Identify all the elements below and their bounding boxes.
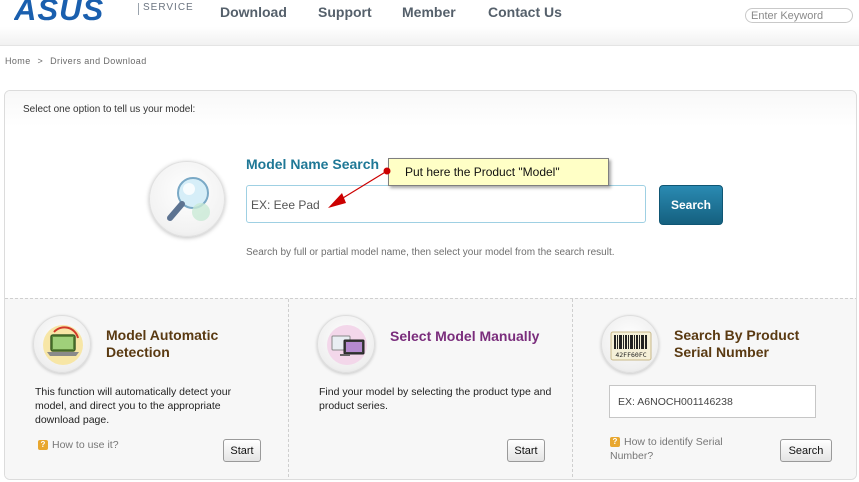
logo-separator (138, 3, 139, 15)
nav-support[interactable]: Support (318, 4, 372, 20)
breadcrumb-home[interactable]: Home (5, 56, 31, 66)
help-question-icon: ? (610, 437, 620, 447)
how-to-use-link[interactable]: ? How to use it? (38, 438, 119, 452)
panel-intro-text: Select one option to tell us your model: (23, 104, 196, 115)
nav-member[interactable]: Member (402, 4, 456, 20)
panel-header: Select one option to tell us your model: (5, 91, 856, 127)
devices-icon (327, 325, 367, 365)
model-search-button[interactable]: Search (659, 185, 723, 225)
auto-detection-title-line2: Detection (106, 344, 170, 360)
select-manually-description: Find your model by selecting the product… (319, 386, 552, 412)
serial-barcode-badge: 42FF60FC (601, 315, 659, 373)
barcode-icon: 42FF60FC (610, 331, 652, 361)
model-selection-panel: Select one option to tell us your model:… (4, 90, 857, 480)
magnifier-badge (149, 161, 225, 237)
model-search-hint: Search by full or partial model name, th… (246, 247, 615, 258)
laptop-icon (43, 325, 83, 365)
manual-select-badge (317, 315, 375, 373)
option-select-manually: Select Model Manually Find your model by… (289, 299, 573, 479)
asus-logo[interactable]: ASUS (14, 0, 126, 24)
model-name-input[interactable] (251, 196, 641, 214)
magnifier-icon (167, 177, 210, 221)
breadcrumb-drivers-download[interactable]: Drivers and Download (50, 56, 147, 66)
service-label: SERVICE (143, 2, 194, 13)
identify-serial-link[interactable]: ? How to identify Serial Number? (610, 435, 723, 463)
breadcrumb: Home > Drivers and Download (5, 56, 151, 66)
breadcrumb-separator: > (37, 56, 44, 66)
keyword-search-input[interactable] (751, 9, 849, 22)
serial-search-button[interactable]: Search (780, 439, 832, 462)
serial-search-title-line1: Search By Product (674, 327, 800, 343)
auto-detection-title-line1: Model Automatic (106, 327, 219, 343)
serial-number-field (609, 385, 816, 418)
keyword-search-box (745, 8, 853, 23)
identify-serial-label-line2: Number? (610, 450, 654, 462)
help-question-icon: ? (38, 440, 48, 450)
barcode-text: 42FF60FC (615, 351, 646, 359)
auto-detection-start-button[interactable]: Start (223, 439, 261, 462)
option-serial-number: 42FF60FC Search By Product Serial Number… (573, 299, 856, 479)
serial-search-title: Search By Product Serial Number (674, 327, 799, 361)
annotation-callout: Put here the Product "Model" (388, 158, 609, 186)
model-name-search-title: Model Name Search (246, 156, 380, 172)
nav-contact-us[interactable]: Contact Us (488, 4, 562, 20)
nav-download[interactable]: Download (220, 4, 287, 20)
top-header: ASUS SERVICE Download Support Member Con… (0, 0, 859, 46)
logo-text: ASUS (14, 0, 104, 24)
how-to-use-label: How to use it? (52, 439, 119, 451)
serial-search-title-line2: Serial Number (674, 344, 769, 360)
auto-detect-badge (33, 315, 91, 373)
auto-detection-title: Model Automatic Detection (106, 327, 218, 361)
other-options-row: Model Automatic Detection This function … (5, 298, 856, 479)
auto-detection-description: This function will automatically detect … (35, 386, 232, 426)
option-auto-detection: Model Automatic Detection This function … (5, 299, 289, 479)
select-manually-title: Select Model Manually (390, 328, 540, 344)
identify-serial-label-line1: How to identify Serial (624, 436, 723, 448)
select-manually-start-button[interactable]: Start (507, 439, 545, 462)
serial-number-input[interactable] (618, 395, 808, 409)
model-name-field (246, 185, 646, 223)
